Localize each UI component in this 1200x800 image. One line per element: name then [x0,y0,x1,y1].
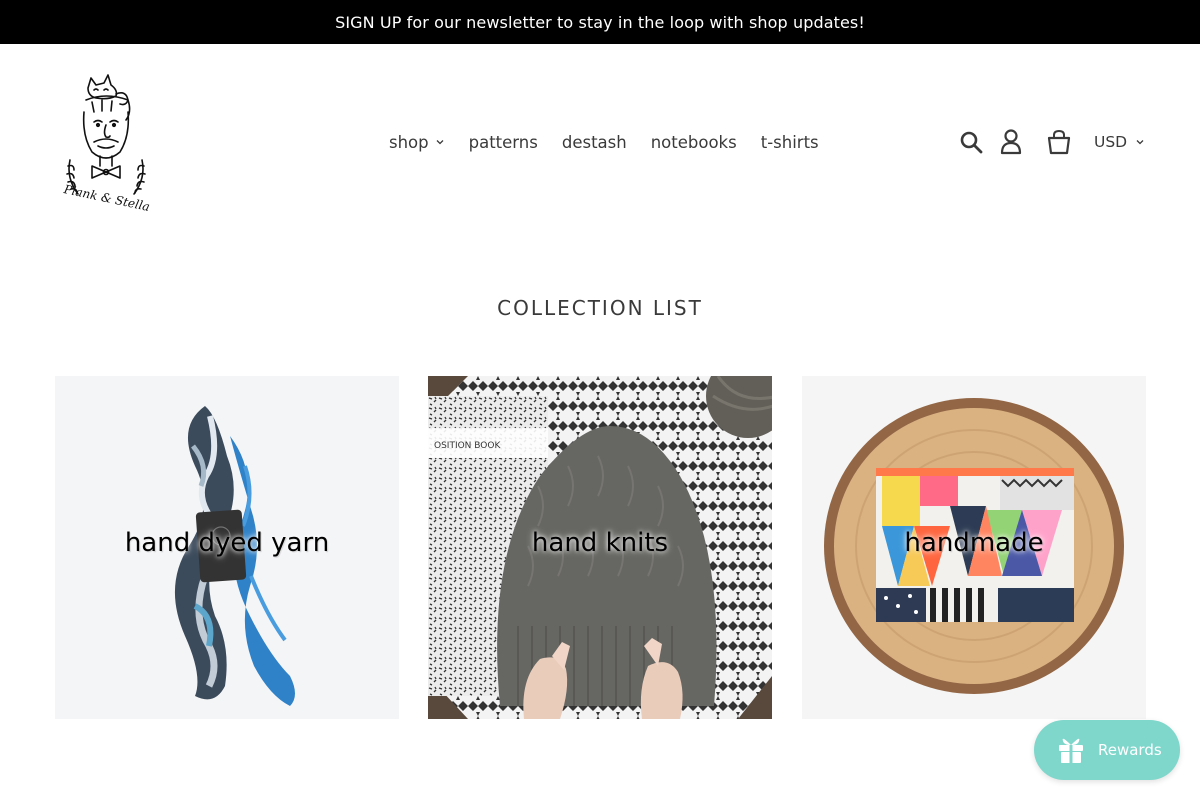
card-label: hand knits [531,528,669,558]
currency-value: USD [1094,133,1128,151]
card-label: handmade [904,528,1044,558]
chevron-down-icon [436,140,444,145]
cart-button[interactable] [1044,126,1074,158]
logo-illustration: Plank & Stella [62,74,151,214]
card-label: hand dyed yarn [124,528,330,558]
collection-card-hand-knits[interactable]: OSITION BOOK hand knits [428,376,772,719]
account-icon [1000,129,1022,155]
nav-item-t-shirts[interactable]: t-shirts [761,133,819,152]
gift-icon [1059,738,1083,763]
nav-item-label: shop [389,132,429,152]
rewards-label: Rewards [1098,741,1162,759]
currency-selector[interactable]: USD [1094,133,1145,151]
nav-item-label: t-shirts [760,132,819,152]
header-actions: USD [956,126,1145,158]
collection-card-handmade[interactable]: handmade [802,376,1146,719]
main-nav: shop patterns destash notebooks t-shirts [389,128,819,156]
section-title: COLLECTION LIST [497,296,703,320]
nav-item-destash[interactable]: destash [562,133,627,152]
search-icon [960,131,983,154]
nav-item-patterns[interactable]: patterns [469,133,538,152]
cart-icon [1047,129,1071,155]
nav-item-label: patterns [468,132,538,152]
announcement-text: SIGN UP for our newsletter to stay in th… [335,12,865,32]
rewards-button[interactable]: Rewards [1034,720,1180,780]
chevron-down-icon [1136,140,1144,145]
nav-item-shop[interactable]: shop [389,133,445,152]
collection-card-hand-dyed-yarn[interactable]: hand dyed yarn [55,376,399,719]
logo-wordmark: Plank & Stella [62,182,151,214]
announcement-bar[interactable]: SIGN UP for our newsletter to stay in th… [0,0,1200,44]
store-logo[interactable]: Plank & Stella [58,70,154,216]
nav-item-notebooks[interactable]: notebooks [651,133,737,152]
nav-item-label: destash [561,132,627,152]
nav-item-label: notebooks [650,132,737,152]
account-button[interactable] [998,126,1024,158]
search-button[interactable] [956,126,986,158]
